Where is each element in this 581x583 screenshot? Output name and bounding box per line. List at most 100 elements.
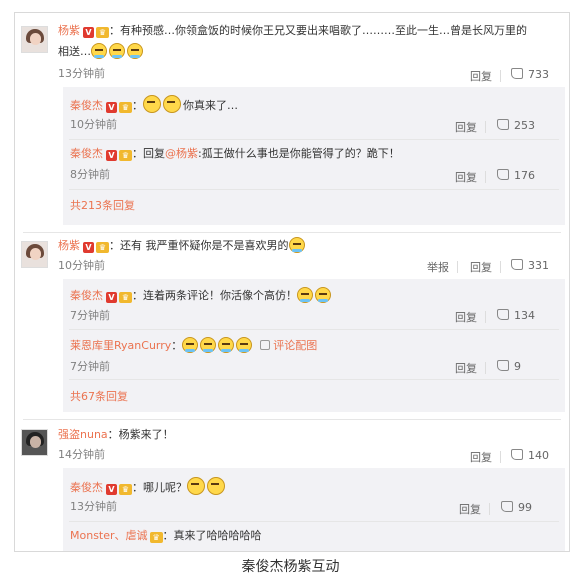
reply-button[interactable]: 回复 xyxy=(470,259,492,275)
thumbs-up-icon xyxy=(497,119,509,130)
verified-icon: V xyxy=(83,242,94,253)
cry-emoji-icon xyxy=(182,337,199,353)
vip-crown-icon: ♛ xyxy=(96,242,109,253)
comment-text: 杨紫 V ♛ ：有种预感…你领盒饭的时候你王兄又要出来唱歌了………至此一生…曾是长风万… xyxy=(58,24,527,38)
like-button[interactable]: 176 xyxy=(497,169,535,182)
author-name[interactable]: 强盗nuna xyxy=(58,428,108,441)
separator xyxy=(489,503,490,515)
cry-emoji-icon xyxy=(127,43,143,59)
like-button[interactable]: 9 xyxy=(497,360,521,373)
divider xyxy=(69,189,559,190)
image-caption: 秦俊杰杨紫互动 xyxy=(241,559,340,575)
avatar[interactable] xyxy=(21,26,48,53)
reply-button[interactable]: 回复 xyxy=(459,501,481,517)
divider xyxy=(69,329,559,330)
cry-emoji-icon xyxy=(297,287,313,303)
timestamp: 13分钟前 xyxy=(58,67,105,80)
verified-icon: V xyxy=(106,150,117,161)
more-replies-link[interactable]: 共213条回复 xyxy=(70,198,135,214)
cry-emoji-icon xyxy=(91,43,107,59)
vip-crown-icon: ♛ xyxy=(119,150,132,161)
comment-text: 强盗nuna：杨紫来了！ xyxy=(58,428,174,441)
mention-link[interactable]: @杨紫 xyxy=(165,147,198,160)
separator xyxy=(500,451,501,463)
thumbs-up-icon xyxy=(497,360,509,371)
reply-text: 莱恩库里RyanCurry： 评论配图 xyxy=(70,337,318,353)
divider xyxy=(69,379,559,380)
author-name[interactable]: 秦俊杰 xyxy=(70,481,103,494)
separator xyxy=(485,121,486,133)
author-name[interactable]: Monster、虐诚 xyxy=(70,529,148,542)
vip-crown-icon: ♛ xyxy=(96,27,109,38)
separator xyxy=(485,362,486,374)
reply-button[interactable]: 回复 xyxy=(455,169,477,185)
smile-emoji-icon xyxy=(187,477,205,495)
thumbs-up-icon xyxy=(511,68,523,79)
timestamp: 7分钟前 xyxy=(70,309,110,322)
divider xyxy=(23,419,561,420)
avatar[interactable] xyxy=(21,429,48,456)
like-button[interactable]: 733 xyxy=(511,68,549,81)
verified-icon: V xyxy=(83,27,94,38)
vip-crown-icon: ♛ xyxy=(119,102,132,113)
like-button[interactable]: 134 xyxy=(497,309,535,322)
cry-emoji-icon xyxy=(288,237,305,253)
vip-crown-icon: ♛ xyxy=(119,292,132,303)
thumbs-up-icon xyxy=(511,259,523,270)
comment-picture-link[interactable]: 评论配图 xyxy=(260,339,317,352)
verified-icon: V xyxy=(106,292,117,303)
cry-emoji-icon xyxy=(218,337,235,353)
more-replies-link[interactable]: 共67条回复 xyxy=(70,389,128,405)
comment-text-continued: 相送… xyxy=(58,43,145,60)
like-button[interactable]: 140 xyxy=(511,449,549,462)
thumbs-up-icon xyxy=(501,501,513,512)
author-name[interactable]: 莱恩库里RyanCurry xyxy=(70,339,171,352)
reply-text: Monster、虐诚 ♛ ：真来了哈哈哈哈哈 xyxy=(70,529,262,543)
reply-button[interactable]: 回复 xyxy=(455,119,477,135)
author-name[interactable]: 秦俊杰 xyxy=(70,147,103,160)
divider xyxy=(69,521,559,522)
timestamp: 14分钟前 xyxy=(58,448,105,461)
reply-text: 秦俊杰 V ♛ ：连着两条评论！你活像个高仿！ xyxy=(70,287,333,304)
reply-text: 秦俊杰 V ♛ ：回复@杨紫:孤王做什么事也是你能管得了的？跪下！ xyxy=(70,147,400,161)
cry-emoji-icon xyxy=(109,43,125,59)
divider xyxy=(23,232,561,233)
smile-emoji-icon xyxy=(207,477,225,495)
like-button[interactable]: 253 xyxy=(497,119,535,132)
cry-emoji-icon xyxy=(200,337,217,353)
timestamp: 10分钟前 xyxy=(70,118,117,131)
reply-thread: 秦俊杰 V ♛ ：连着两条评论！你活像个高仿！ 7分钟前 回复 134 莱恩库里Rya… xyxy=(63,279,565,412)
comment-text: 杨紫 V ♛ ：还有 我严重怀疑你是不是喜欢男的 xyxy=(58,237,307,254)
separator xyxy=(500,261,501,273)
timestamp: 8分钟前 xyxy=(70,168,110,181)
divider xyxy=(69,139,559,140)
separator xyxy=(485,311,486,323)
image-icon xyxy=(260,340,271,350)
avatar[interactable] xyxy=(21,241,48,268)
reply-text: 秦俊杰 V ♛ ：哪儿呢？ xyxy=(70,477,227,496)
separator xyxy=(457,261,458,273)
like-button[interactable]: 331 xyxy=(511,259,549,272)
reply-button[interactable]: 回复 xyxy=(455,309,477,325)
author-name[interactable]: 秦俊杰 xyxy=(70,99,103,112)
separator xyxy=(500,70,501,82)
thumbs-up-icon xyxy=(511,449,523,460)
verified-icon: V xyxy=(106,102,117,113)
thumbs-up-icon xyxy=(497,309,509,320)
reply-thread: 秦俊杰 V ♛：你真来了… 10分钟前 回复 253 秦俊杰 V ♛ ：回复@杨紫:孤王做… xyxy=(63,87,565,225)
report-button[interactable]: 举报 xyxy=(427,259,449,275)
reply-button[interactable]: 回复 xyxy=(455,360,477,376)
reply-button[interactable]: 回复 xyxy=(470,449,492,465)
author-name[interactable]: 秦俊杰 xyxy=(70,289,103,302)
like-button[interactable]: 99 xyxy=(501,501,532,514)
vip-crown-icon: ♛ xyxy=(119,484,132,495)
author-name[interactable]: 杨紫 xyxy=(58,239,80,252)
cry-emoji-icon xyxy=(236,337,253,353)
smile-emoji-icon xyxy=(163,95,181,113)
timestamp: 13分钟前 xyxy=(70,500,117,513)
reply-button[interactable]: 回复 xyxy=(470,68,492,84)
comment-list: 杨紫 V ♛ ：有种预感…你领盒饭的时候你王兄又要出来唱歌了………至此一生…曾是长风万… xyxy=(14,12,570,552)
author-name[interactable]: 杨紫 xyxy=(58,24,80,37)
smile-emoji-icon xyxy=(143,95,161,113)
vip-crown-icon: ♛ xyxy=(149,532,163,543)
